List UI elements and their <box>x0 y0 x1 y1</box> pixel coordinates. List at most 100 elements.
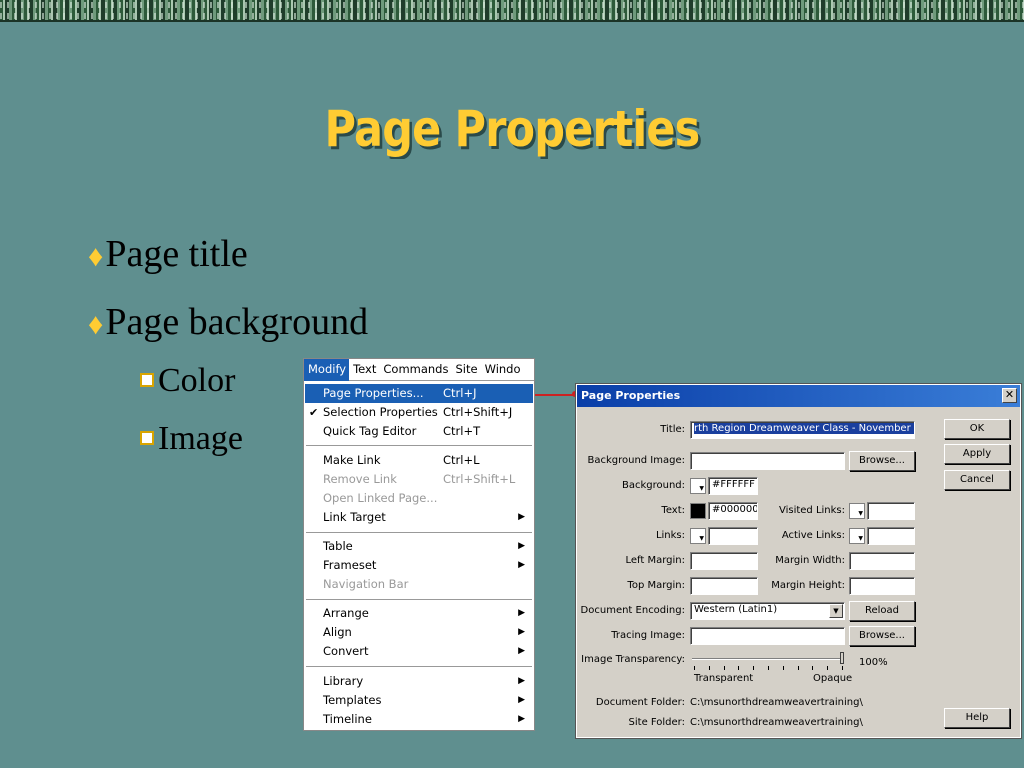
active-links-color-picker[interactable]: ▼ <box>849 528 865 544</box>
submenu-arrow-icon: ▶ <box>518 512 525 522</box>
menubar-text[interactable]: Text <box>349 359 379 381</box>
menu-item-label: Templates <box>323 693 382 707</box>
active-links-label: Active Links: <box>781 530 845 541</box>
bullet-text: Page background <box>105 301 369 343</box>
transparent-label: Transparent <box>694 673 754 684</box>
margin-height-field[interactable] <box>849 577 915 595</box>
menu-item-label: Table <box>323 539 353 553</box>
background-color-picker[interactable]: ▼ <box>690 478 706 494</box>
submenu-arrow-icon: ▶ <box>518 541 525 551</box>
background-label: Background: <box>621 480 685 491</box>
menu-item-label: Page Properties... <box>323 386 424 400</box>
circuit-band-bottom <box>0 13 1024 19</box>
submenu-arrow-icon: ▶ <box>518 695 525 705</box>
menu-item-align[interactable]: Align ▶ <box>305 623 533 642</box>
site-folder-label: Site Folder: <box>628 717 685 728</box>
transparency-slider-thumb[interactable] <box>840 652 844 664</box>
submenu-arrow-icon: ▶ <box>518 676 525 686</box>
bg-image-label: Background Image: <box>587 455 685 466</box>
encoding-value: Western (Latin1) <box>694 604 778 615</box>
menu-item-arrange[interactable]: Arrange ▶ <box>305 604 533 623</box>
transparency-value: 100% <box>859 657 888 668</box>
menu-separator <box>306 666 532 667</box>
transparency-label: Image Transparency: <box>581 654 685 665</box>
menu-item-page-properties[interactable]: Page Properties... Ctrl+J <box>305 384 533 403</box>
help-button[interactable]: Help <box>944 708 1010 728</box>
menu-item-label: Link Target <box>323 510 386 524</box>
menu-item-shortcut: Ctrl+Shift+L <box>443 472 516 486</box>
margin-width-label: Margin Width: <box>775 555 845 566</box>
text-color-field[interactable]: #000000 <box>708 502 758 520</box>
menu-item-convert[interactable]: Convert ▶ <box>305 642 533 661</box>
menu-bar: Modify Text Commands Site Windo <box>304 359 534 381</box>
dropdown-arrow-icon: ▼ <box>858 535 863 542</box>
slider-tick <box>827 666 829 670</box>
apply-button[interactable]: Apply <box>944 444 1010 464</box>
margin-width-field[interactable] <box>849 552 915 570</box>
menu-item-open-linked-page: Open Linked Page... <box>305 489 533 508</box>
menu-item-label: Align <box>323 625 352 639</box>
reload-button[interactable]: Reload <box>849 601 915 621</box>
opaque-label: Opaque <box>813 673 853 684</box>
top-margin-field[interactable] <box>690 577 758 595</box>
menu-item-label: Quick Tag Editor <box>323 424 417 438</box>
bg-image-browse-button[interactable]: Browse... <box>849 451 915 471</box>
bg-image-field[interactable] <box>690 452 845 470</box>
text-label: Text: <box>661 505 685 516</box>
encoding-label: Document Encoding: <box>580 605 685 616</box>
visited-links-field[interactable] <box>867 502 915 520</box>
links-color-picker[interactable]: ▼ <box>690 528 706 544</box>
submenu-arrow-icon: ▶ <box>518 714 525 724</box>
submenu-arrow-icon: ▶ <box>518 560 525 570</box>
menubar-window[interactable]: Windo <box>481 359 524 381</box>
menu-item-frameset[interactable]: Frameset ▶ <box>305 556 533 575</box>
dropdown-arrow-icon: ▼ <box>699 535 704 542</box>
tracing-browse-button[interactable]: Browse... <box>849 626 915 646</box>
menu-item-library[interactable]: Library ▶ <box>305 672 533 691</box>
menu-item-selection-properties[interactable]: ✔ Selection Properties Ctrl+Shift+J <box>305 403 533 422</box>
menu-separator <box>306 532 532 533</box>
title-field[interactable]: rth Region Dreamweaver Class - November … <box>690 421 915 439</box>
menu-item-templates[interactable]: Templates ▶ <box>305 691 533 710</box>
square-bullet-icon <box>140 431 154 445</box>
ok-button[interactable]: OK <box>944 419 1010 439</box>
menu-item-label: Convert <box>323 644 369 658</box>
slider-tick <box>708 666 710 670</box>
sub-bullet-image: Image <box>140 420 243 458</box>
background-color-field[interactable]: #FFFFFF <box>708 477 758 495</box>
menu-item-label: Make Link <box>323 453 381 467</box>
cancel-button[interactable]: Cancel <box>944 470 1010 490</box>
menu-item-quick-tag-editor[interactable]: Quick Tag Editor Ctrl+T <box>305 422 533 441</box>
modify-menu: Modify Text Commands Site Windo Page Pro… <box>303 358 535 731</box>
active-links-field[interactable] <box>867 527 915 545</box>
transparency-slider-track[interactable] <box>692 658 844 660</box>
encoding-select[interactable]: Western (Latin1) ▼ <box>690 602 845 620</box>
menu-item-make-link[interactable]: Make Link Ctrl+L <box>305 451 533 470</box>
links-field[interactable] <box>708 527 758 545</box>
menu-item-remove-link: Remove Link Ctrl+Shift+L <box>305 470 533 489</box>
close-icon[interactable]: ✕ <box>1002 388 1017 403</box>
top-margin-label: Top Margin: <box>627 580 685 591</box>
menu-item-label: Timeline <box>323 712 372 726</box>
margin-height-label: Margin Height: <box>771 580 845 591</box>
visited-links-color-picker[interactable]: ▼ <box>849 503 865 519</box>
menu-item-table[interactable]: Table ▶ <box>305 537 533 556</box>
dialog-title: Page Properties <box>581 389 681 402</box>
text-color-picker[interactable] <box>690 503 706 519</box>
slider-tick <box>753 666 755 670</box>
slider-tick <box>723 666 725 670</box>
menubar-modify[interactable]: Modify <box>304 359 350 381</box>
dropdown-arrow-icon: ▼ <box>858 510 863 517</box>
tracing-image-field[interactable] <box>690 627 845 645</box>
document-folder-label: Document Folder: <box>595 697 685 708</box>
bullet-page-title: ♦Page title <box>88 232 248 276</box>
menu-item-timeline[interactable]: Timeline ▶ <box>305 710 533 729</box>
menubar-site[interactable]: Site <box>451 359 480 381</box>
left-margin-field[interactable] <box>690 552 758 570</box>
slider-tick <box>694 666 695 670</box>
menubar-commands[interactable]: Commands <box>379 359 451 381</box>
menu-item-link-target[interactable]: Link Target ▶ <box>305 508 533 527</box>
slider-tick <box>797 666 799 670</box>
callout-connector <box>535 391 578 397</box>
slider-tick <box>812 666 814 670</box>
